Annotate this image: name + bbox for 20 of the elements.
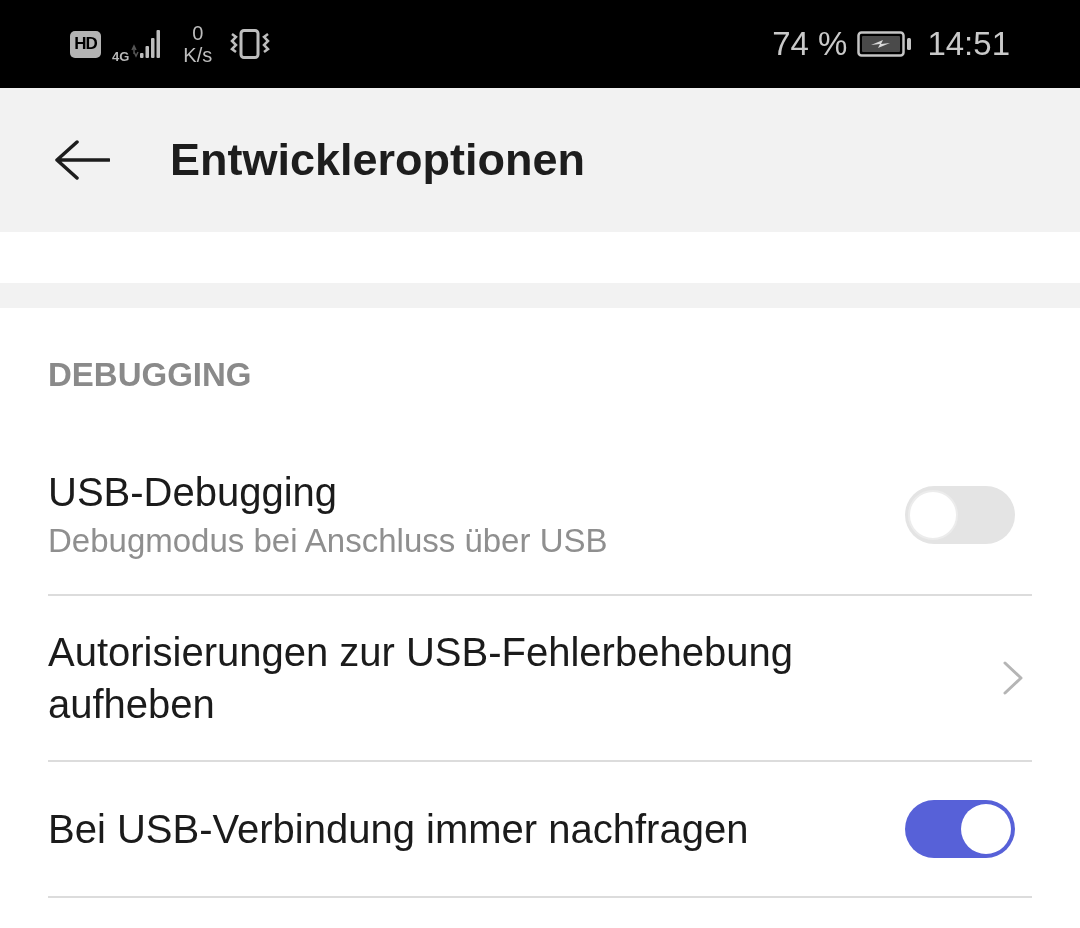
back-button[interactable]: [55, 140, 110, 180]
hd-indicator: HD: [70, 30, 101, 58]
toggle-switch[interactable]: [905, 800, 1015, 858]
setting-title: Autorisierungen zur USB-Fehlerbehebung aufheben: [48, 629, 794, 728]
data-rate-value: 0: [192, 22, 204, 44]
status-time: 14:51: [927, 24, 1010, 64]
settings-row[interactable]: Autorisierungen zur USB-Fehlerbehebung aufheben: [48, 596, 1032, 762]
settings-row[interactable]: Bei USB-Verbindung immer nachfragen: [48, 762, 1032, 898]
page-title: Entwickleroptionen: [170, 134, 586, 186]
settings-row[interactable]: USB-Debugging Debugmodus bei Anschluss über USB: [48, 436, 1032, 596]
chevron-right-icon: [1002, 661, 1024, 695]
setting-description: Debugmodus bei Anschluss über USB: [48, 521, 609, 561]
vibrate-icon: [230, 29, 271, 59]
data-rate-unit: K/s: [183, 44, 213, 66]
battery-percent: 74 %: [772, 24, 848, 64]
network-type-label: 4G: [112, 50, 130, 63]
setting-title: USB-Debugging: [48, 469, 339, 516]
section-title: DEBUGGING: [48, 355, 253, 395]
back-arrow-icon: [55, 140, 110, 180]
setting-title: Bei USB-Verbindung immer nachfragen: [48, 806, 750, 853]
